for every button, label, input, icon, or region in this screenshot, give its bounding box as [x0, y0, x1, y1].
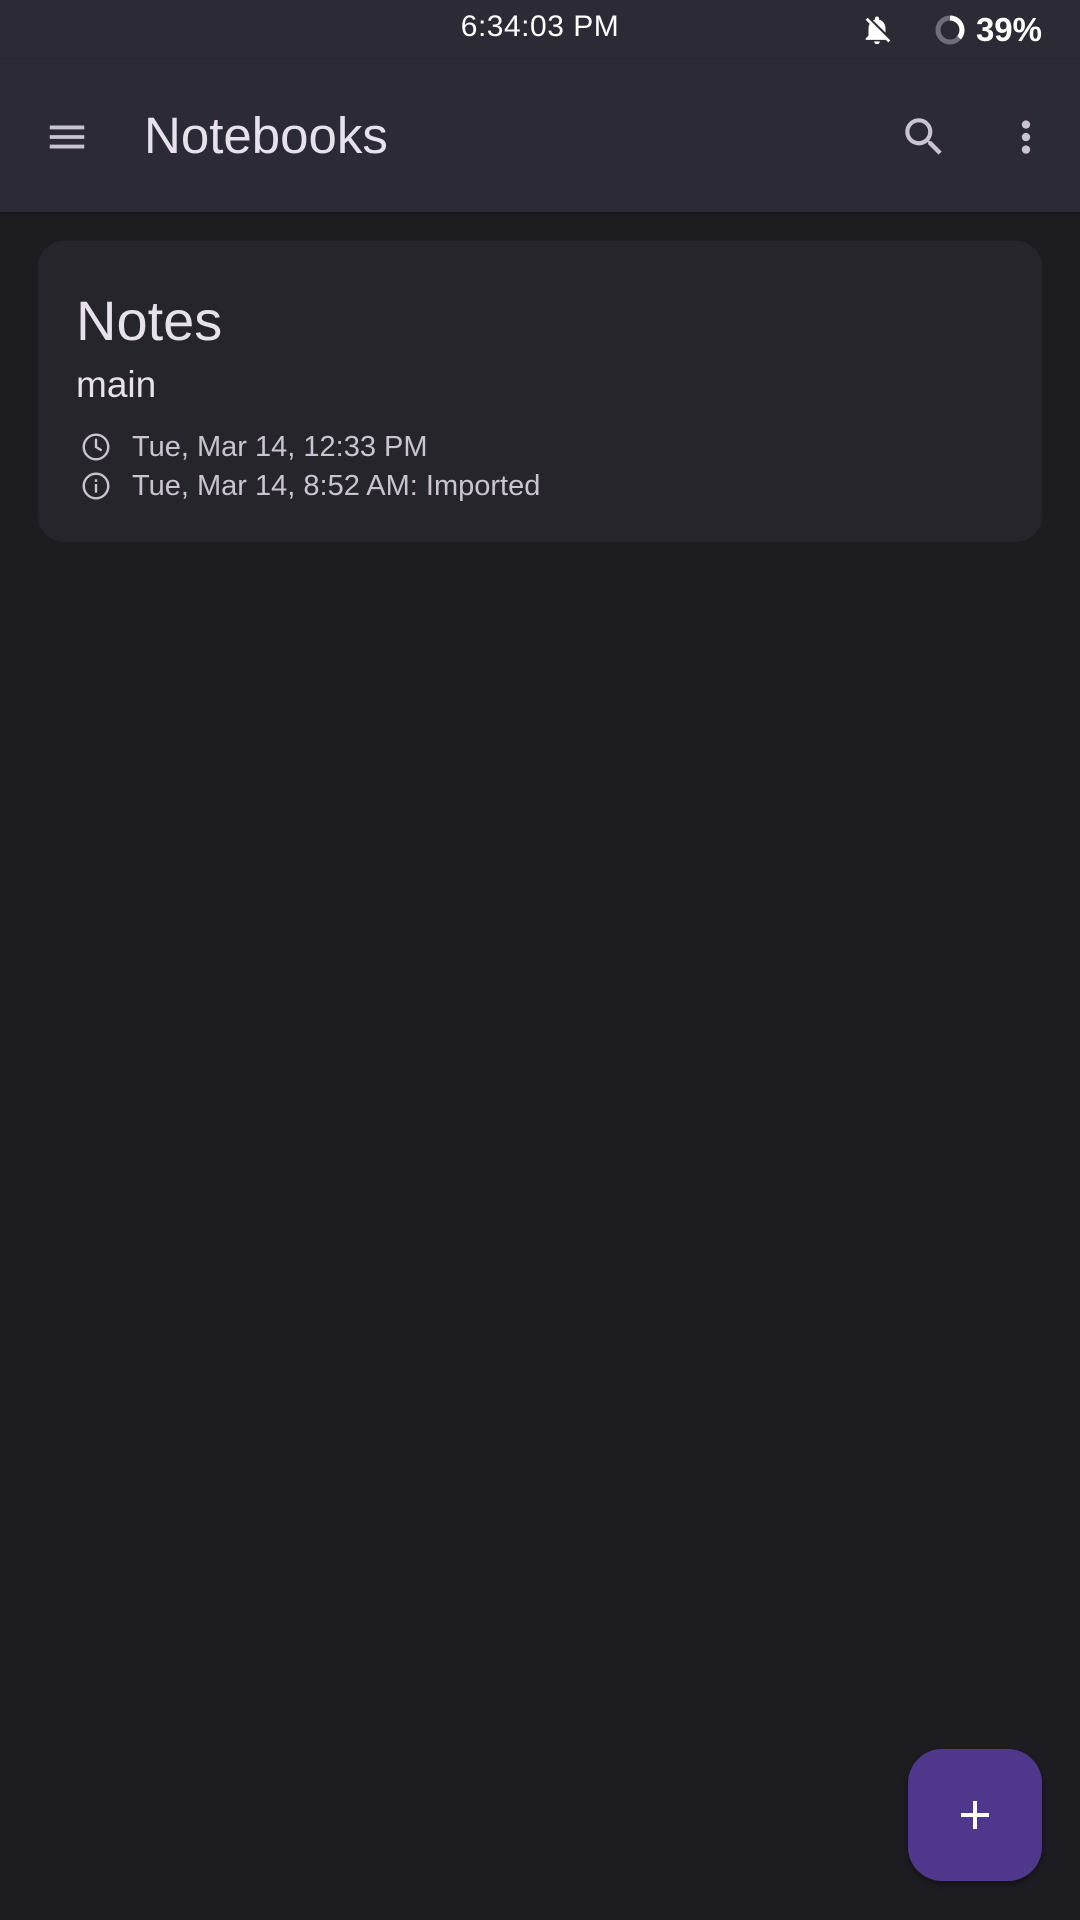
- bell-off-icon: [865, 16, 891, 45]
- modified-row: Tue, Mar 14, 12:33 PM: [80, 427, 428, 467]
- battery-percent: 39%: [975, 11, 1042, 48]
- status-bar: 6:34:03 PM 39%: [0, 0, 1080, 60]
- menu-button[interactable]: [36, 106, 98, 168]
- notebook-title: Notes: [76, 289, 223, 352]
- info-text: Tue, Mar 14, 8:52 AM: Imported: [132, 469, 541, 502]
- more-options-button[interactable]: [995, 106, 1057, 168]
- search-button[interactable]: [893, 106, 955, 168]
- battery-ring-icon: [935, 15, 965, 45]
- info-icon: [82, 472, 110, 500]
- more-vert-icon: [1021, 120, 1031, 154]
- clock-icon: [82, 433, 110, 461]
- add-notebook-button[interactable]: [908, 1749, 1042, 1881]
- notebook-card[interactable]: Notes main Tue, Mar 14, 12:33 PM Tue, Ma…: [38, 241, 1042, 542]
- top-app-bar: Notebooks: [0, 60, 1080, 212]
- notebook-subtitle: main: [76, 364, 157, 405]
- status-icons: 39%: [860, 8, 1042, 52]
- modified-date: Tue, Mar 14, 12:33 PM: [132, 430, 428, 463]
- page-title: Notebooks: [144, 107, 388, 164]
- screen: 6:34:03 PM 39% Notebooks Notes main Tue,…: [0, 0, 1080, 1920]
- plus-icon: [961, 1801, 989, 1829]
- info-row: Tue, Mar 14, 8:52 AM: Imported: [80, 466, 540, 506]
- menu-icon: [49, 125, 85, 149]
- search-icon: [905, 118, 942, 155]
